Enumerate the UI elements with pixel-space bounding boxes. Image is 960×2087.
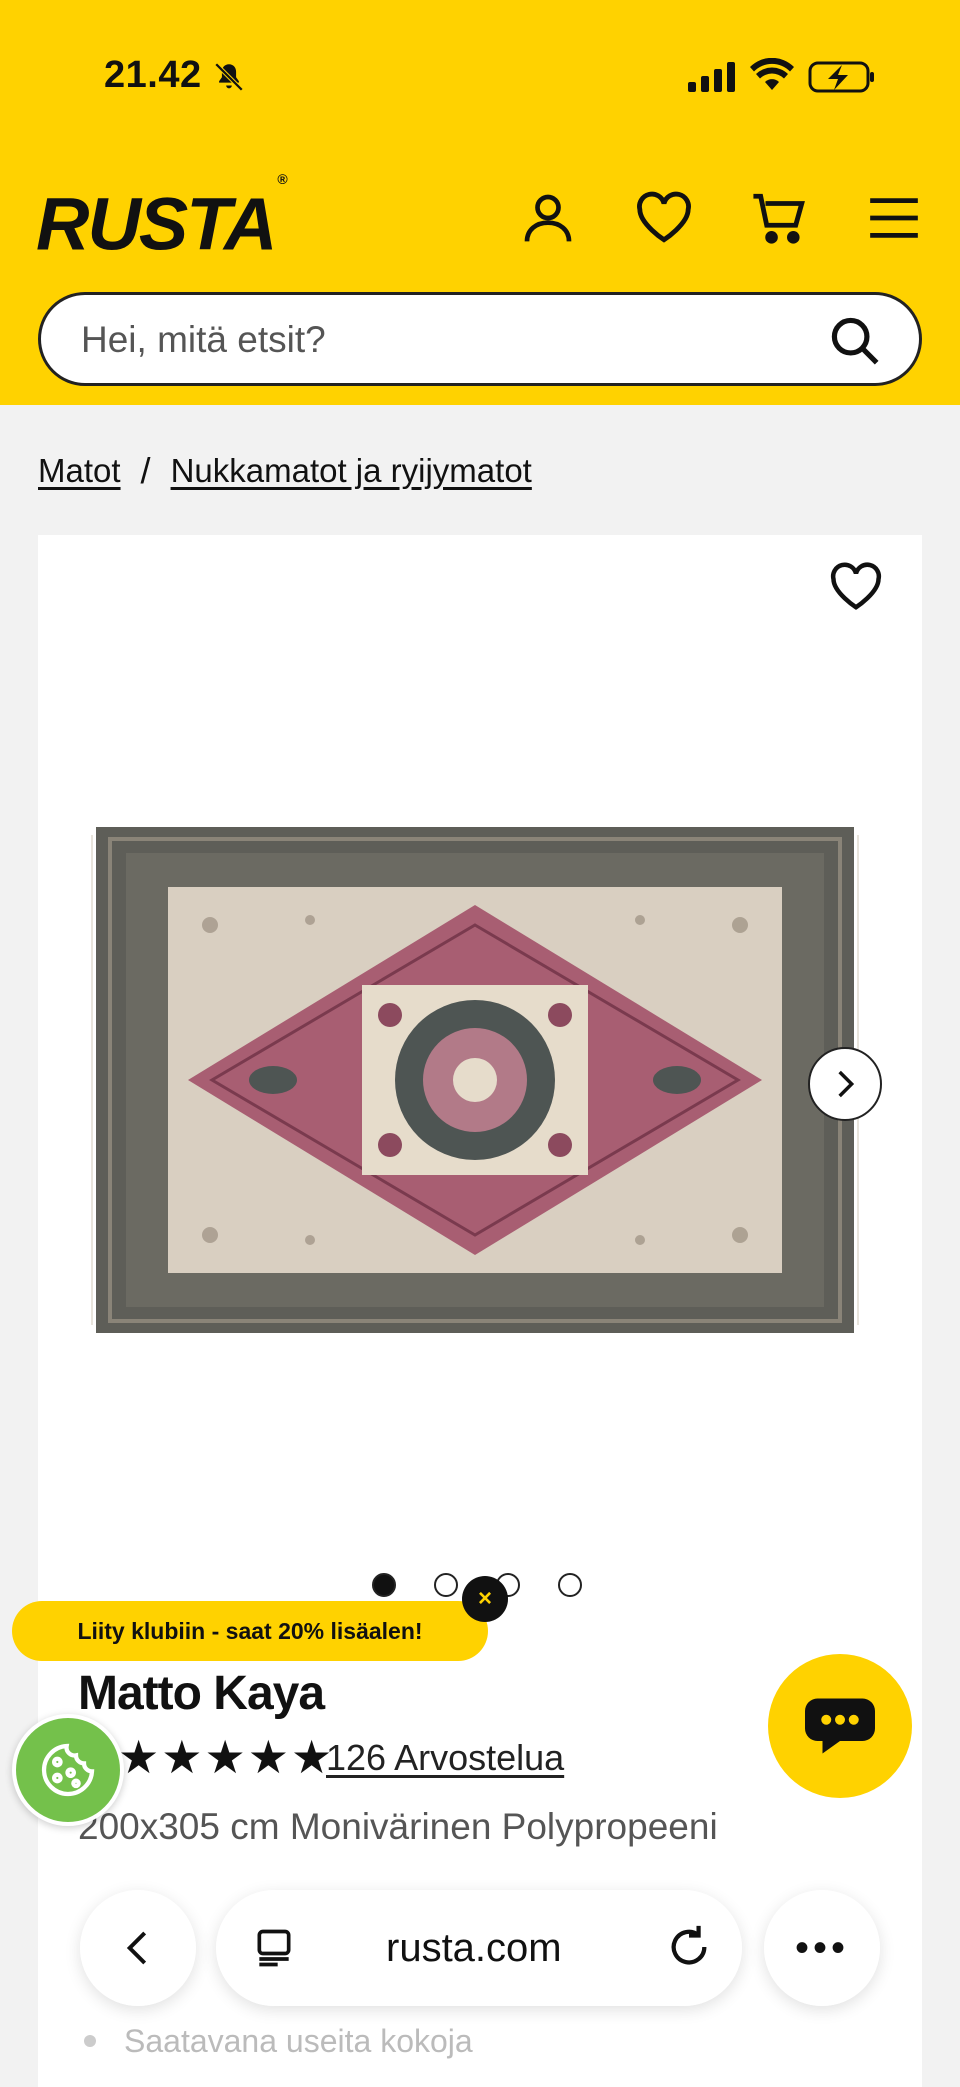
signal-icon — [688, 62, 735, 92]
search-icon — [831, 317, 879, 365]
more-icon: ••• — [794, 1925, 849, 1970]
battery-charging-icon — [808, 61, 874, 93]
reviews-link[interactable]: 126 Arvostelua — [326, 1737, 564, 1779]
rusta-logo[interactable]: RUSTA® — [36, 171, 288, 261]
browser-more-button[interactable]: ••• — [764, 1890, 880, 2006]
hamburger-menu-icon — [870, 198, 918, 238]
add-to-wishlist-button[interactable] — [824, 555, 888, 619]
heart-icon — [637, 191, 691, 243]
cookie-settings-button[interactable] — [12, 1714, 124, 1826]
site-header: 21.42 RUSTA® — [0, 0, 960, 405]
feature-item: Saatavana useita kokoja — [84, 2022, 884, 2060]
chat-button[interactable] — [768, 1654, 912, 1798]
wifi-icon — [750, 58, 794, 90]
browser-url: rusta.com — [386, 1926, 562, 1970]
cart-icon — [753, 193, 805, 244]
breadcrumb-link-matot[interactable]: Matot — [38, 452, 121, 490]
user-icon — [524, 194, 572, 242]
status-time: 21.42 — [104, 54, 202, 96]
product-image-rug[interactable] — [90, 825, 860, 1335]
cookie-icon — [41, 1743, 95, 1797]
search-bar — [38, 292, 922, 386]
close-promo-button[interactable]: × — [462, 1576, 508, 1622]
search-button[interactable] — [827, 313, 883, 369]
product-gallery — [38, 535, 922, 2087]
rating-stars: ★★★★★ — [118, 1731, 335, 1783]
chat-bubble-icon — [805, 1698, 875, 1754]
status-bar: 21.42 — [0, 0, 960, 160]
menu-button[interactable] — [862, 186, 926, 250]
gallery-dot-4[interactable] — [558, 1573, 582, 1597]
logo-registered-mark: ® — [277, 171, 287, 187]
browser-back-button[interactable] — [80, 1890, 196, 2006]
gallery-dot-2[interactable] — [434, 1573, 458, 1597]
heart-icon — [830, 562, 882, 610]
product-title: Matto Kaya — [78, 1667, 325, 1720]
chevron-left-icon — [126, 1931, 147, 1965]
breadcrumb-separator: / — [140, 450, 151, 491]
breadcrumb: Matot / Nukkamatot ja ryijymatot — [38, 450, 532, 492]
chevron-right-icon — [838, 1070, 855, 1098]
club-promo-banner[interactable]: Liity klubiin - saat 20% lisäalen! — [12, 1601, 488, 1661]
reload-icon[interactable] — [666, 1924, 712, 1970]
product-subtitle: 200x305 cm Monivärinen Polypropeeni — [78, 1806, 718, 1847]
tabs-icon[interactable] — [252, 1926, 296, 1970]
gallery-next-button[interactable] — [808, 1047, 882, 1121]
browser-address-bar[interactable]: rusta.com — [216, 1890, 742, 2006]
cart-button[interactable] — [748, 186, 812, 250]
account-button[interactable] — [516, 186, 580, 250]
wishlist-button[interactable] — [632, 186, 696, 250]
search-input[interactable] — [81, 315, 821, 365]
logo-text: RUSTA — [36, 182, 277, 266]
silent-bell-icon — [214, 62, 244, 92]
gallery-dot-1[interactable] — [372, 1573, 396, 1597]
breadcrumb-link-nukkamatot[interactable]: Nukkamatot ja ryijymatot — [171, 452, 532, 490]
